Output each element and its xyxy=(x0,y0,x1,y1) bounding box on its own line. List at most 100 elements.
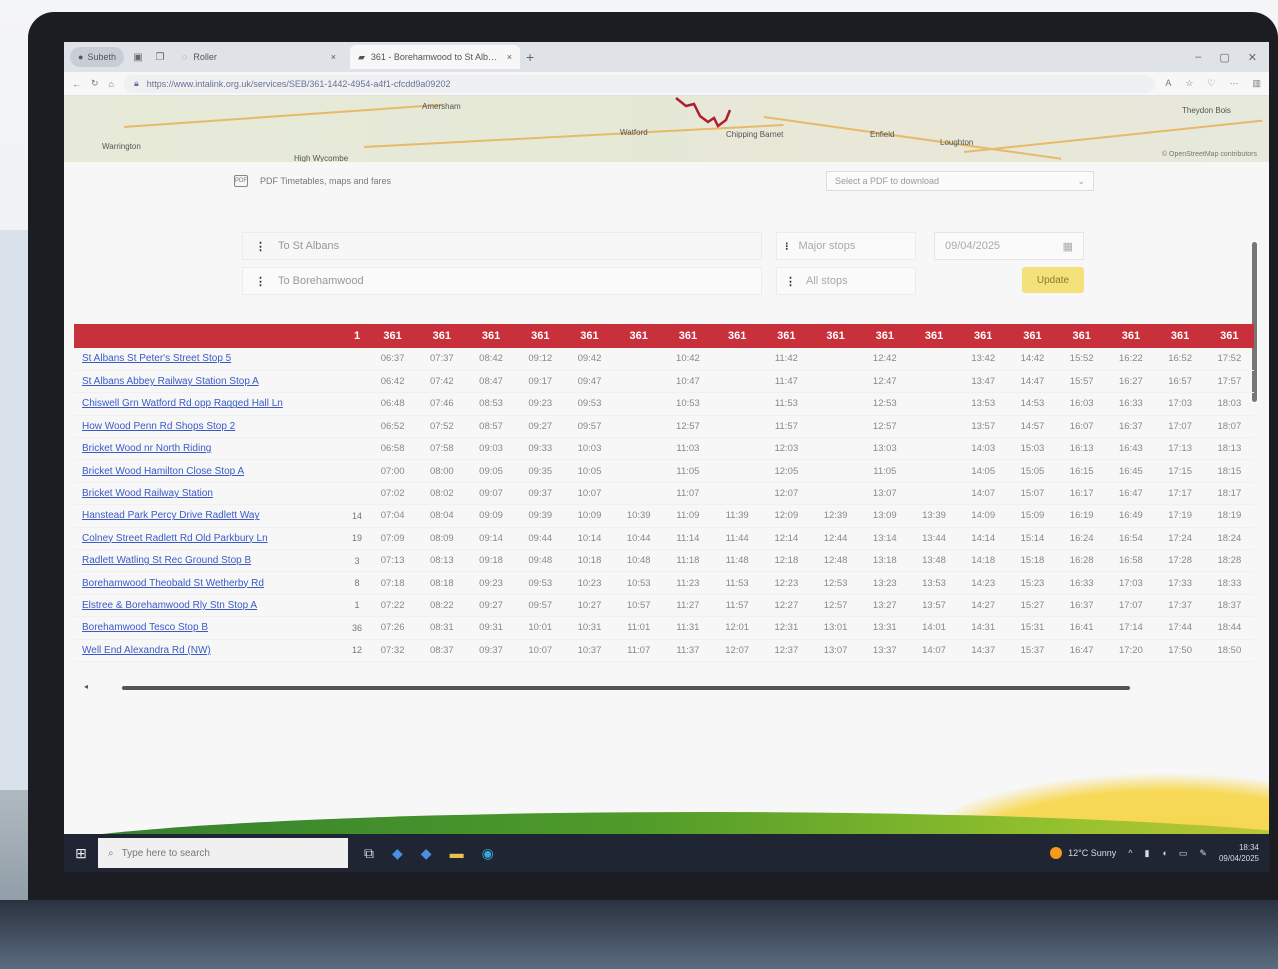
stop-name-link[interactable]: St Albans St Peter's Street Stop 5 xyxy=(74,348,346,371)
service-number-header: 361 xyxy=(1007,324,1058,348)
chevron-up-icon[interactable]: ^ xyxy=(1128,848,1132,858)
departure-time: 16:49 xyxy=(1106,504,1156,528)
departure-time: 18:03 xyxy=(1204,392,1254,416)
close-window-icon[interactable]: ✕ xyxy=(1248,51,1257,64)
stop-name-link[interactable]: Bricket Wood Railway Station xyxy=(74,482,346,506)
stop-name-link[interactable]: Chiswell Grn Watford Rd opp Ragged Hall … xyxy=(74,392,346,416)
departure-time: 15:57 xyxy=(1057,370,1107,394)
departure-time: 08:57 xyxy=(466,415,516,439)
stop-name-link[interactable]: How Wood Penn Rd Shops Stop 2 xyxy=(74,415,346,439)
horizontal-scrollbar[interactable] xyxy=(122,686,1130,690)
departure-time: 13:57 xyxy=(958,415,1008,439)
back-icon[interactable]: ← xyxy=(72,79,81,89)
direction-option-borehamwood[interactable]: ⋮ To Borehamwood xyxy=(242,267,762,295)
menu-icon[interactable]: ⋯ xyxy=(1229,78,1238,89)
departure-time: 09:57 xyxy=(515,594,565,618)
tab-actions-icon[interactable]: ❐ xyxy=(152,49,168,65)
sidebar-icon[interactable]: ▥ xyxy=(1252,78,1261,89)
edge-icon[interactable]: ◉ xyxy=(482,845,494,862)
volume-icon[interactable]: ◖ xyxy=(1161,848,1166,858)
departure-time: 16:24 xyxy=(1057,527,1107,551)
departure-time: 17:03 xyxy=(1106,571,1156,595)
stop-name-link[interactable]: Borehamwood Tesco Stop B xyxy=(74,616,346,640)
windows-start-icon[interactable]: ⊞ xyxy=(64,845,98,862)
minimize-icon[interactable]: – xyxy=(1195,51,1201,64)
date-input[interactable]: 09/04/2025 ▦ xyxy=(934,232,1084,260)
departure-time: 09:37 xyxy=(515,482,565,506)
direction-option-st-albans[interactable]: ⋮ To St Albans xyxy=(242,232,762,260)
service-number-header: 361 xyxy=(515,324,565,348)
task-view-icon[interactable]: ⧉ xyxy=(364,845,374,862)
departure-time: 10:07 xyxy=(515,639,565,662)
departure-time xyxy=(614,482,664,506)
stop-code: 8 xyxy=(346,571,368,595)
timetable-row: Bricket Wood Railway Station 07:02 08:02 09… xyxy=(74,482,1254,506)
weather-text: 12°C Sunny xyxy=(1068,848,1117,858)
app-icon[interactable]: ◆ xyxy=(421,845,432,862)
stop-name-link[interactable]: Well End Alexandra Rd (NW) xyxy=(74,639,346,662)
service-number-header: 361 xyxy=(761,324,811,348)
calendar-icon[interactable]: ▦ xyxy=(1063,240,1073,253)
all-stops-option[interactable]: ⋮ All stops xyxy=(776,267,916,295)
scroll-left-icon[interactable]: ◂ xyxy=(84,682,88,691)
favorite-icon[interactable]: ☆ xyxy=(1185,78,1193,89)
taskbar-search[interactable]: ⌕ Type here to search xyxy=(98,838,348,868)
workspaces-icon[interactable]: ▣ xyxy=(130,49,146,65)
departure-time: 11:23 xyxy=(663,571,713,595)
departure-time: 11:07 xyxy=(663,482,713,506)
url-field[interactable]: 🔒︎ https://www.intalink.org.uk/services/… xyxy=(123,74,1156,93)
pdf-select[interactable]: Select a PDF to download ⌄ xyxy=(826,171,1094,191)
app-icon[interactable]: ◆ xyxy=(392,845,403,862)
departure-time: 13:18 xyxy=(860,549,910,573)
stop-name-link[interactable]: Bricket Wood Hamilton Close Stop A xyxy=(74,459,346,483)
departure-time: 10:27 xyxy=(564,594,615,618)
clock[interactable]: 18:34 09/04/2025 xyxy=(1219,842,1259,864)
departure-time: 13:44 xyxy=(909,527,959,551)
tab-timetable[interactable]: ▰ 361 - Borehamwood to St Albans × xyxy=(349,45,520,69)
stop-code xyxy=(346,392,368,416)
departure-time: 18:44 xyxy=(1204,616,1254,640)
network-icon[interactable]: ▮ xyxy=(1145,848,1150,859)
stop-name-link[interactable]: Colney Street Radlett Rd Old Parkbury Ln xyxy=(74,527,346,551)
departure-time: 10:31 xyxy=(564,616,615,640)
favorites-list-icon[interactable]: ♡ xyxy=(1207,78,1215,89)
close-tab-icon[interactable]: × xyxy=(507,52,512,62)
maximize-icon[interactable]: ▢ xyxy=(1219,51,1229,64)
home-icon[interactable]: ⌂ xyxy=(109,79,114,89)
weather-widget[interactable]: 12°C Sunny xyxy=(1050,847,1116,859)
read-aloud-icon[interactable]: A xyxy=(1165,78,1171,89)
pdf-icon: PDF xyxy=(234,175,248,187)
departure-time: 16:47 xyxy=(1057,639,1107,662)
close-tab-icon[interactable]: × xyxy=(331,52,336,62)
departure-time: 12:42 xyxy=(860,348,910,371)
stop-name-link[interactable]: Bricket Wood nr North Riding xyxy=(74,437,346,461)
departure-time: 09:33 xyxy=(515,437,565,461)
departure-time: 12:01 xyxy=(712,616,762,640)
departure-time: 13:31 xyxy=(860,616,910,640)
timetable-row: Bricket Wood Hamilton Close Stop A 07:00 0… xyxy=(74,459,1254,483)
departure-time: 13:42 xyxy=(958,348,1008,371)
timetable-row: Elstree & Borehamwood Rly Stn Stop A 1 07:… xyxy=(74,594,1254,618)
departure-time: 10:37 xyxy=(564,639,615,662)
departure-time: 09:42 xyxy=(564,348,615,371)
tab-title: 361 - Borehamwood to St Albans xyxy=(370,52,501,62)
stop-name-link[interactable]: Hanstead Park Percy Drive Radlett Way xyxy=(74,504,346,528)
stop-name-link[interactable]: Borehamwood Theobald St Wetherby Rd xyxy=(74,571,346,595)
file-explorer-icon[interactable]: ▬ xyxy=(450,845,464,862)
pen-icon[interactable]: ✎ xyxy=(1199,848,1207,859)
route-map[interactable]: Amersham Watford Chipping Barnet Enfield… xyxy=(64,96,1269,162)
update-button[interactable]: Update xyxy=(1022,267,1084,293)
battery-icon[interactable]: ▭ xyxy=(1179,848,1188,859)
tab-roller[interactable]: ◌ Roller × xyxy=(174,45,344,69)
stop-name-link[interactable]: Radlett Watling St Rec Ground Stop B xyxy=(74,549,346,573)
stop-name-link[interactable]: Elstree & Borehamwood Rly Stn Stop A xyxy=(74,594,346,618)
major-stops-option[interactable]: ⁝ Major stops xyxy=(776,232,916,260)
profile-button[interactable]: ● Subeth xyxy=(70,47,124,67)
departure-time: 13:37 xyxy=(860,639,910,662)
stop-name-link[interactable]: St Albans Abbey Railway Station Stop A xyxy=(74,370,346,394)
refresh-icon[interactable]: ↻ xyxy=(91,78,99,89)
departure-time xyxy=(909,392,959,416)
departure-time: 14:14 xyxy=(958,527,1008,551)
timetable-row: Bricket Wood nr North Riding 06:58 07:58 09… xyxy=(74,437,1254,461)
new-tab-button[interactable]: + xyxy=(526,49,534,65)
